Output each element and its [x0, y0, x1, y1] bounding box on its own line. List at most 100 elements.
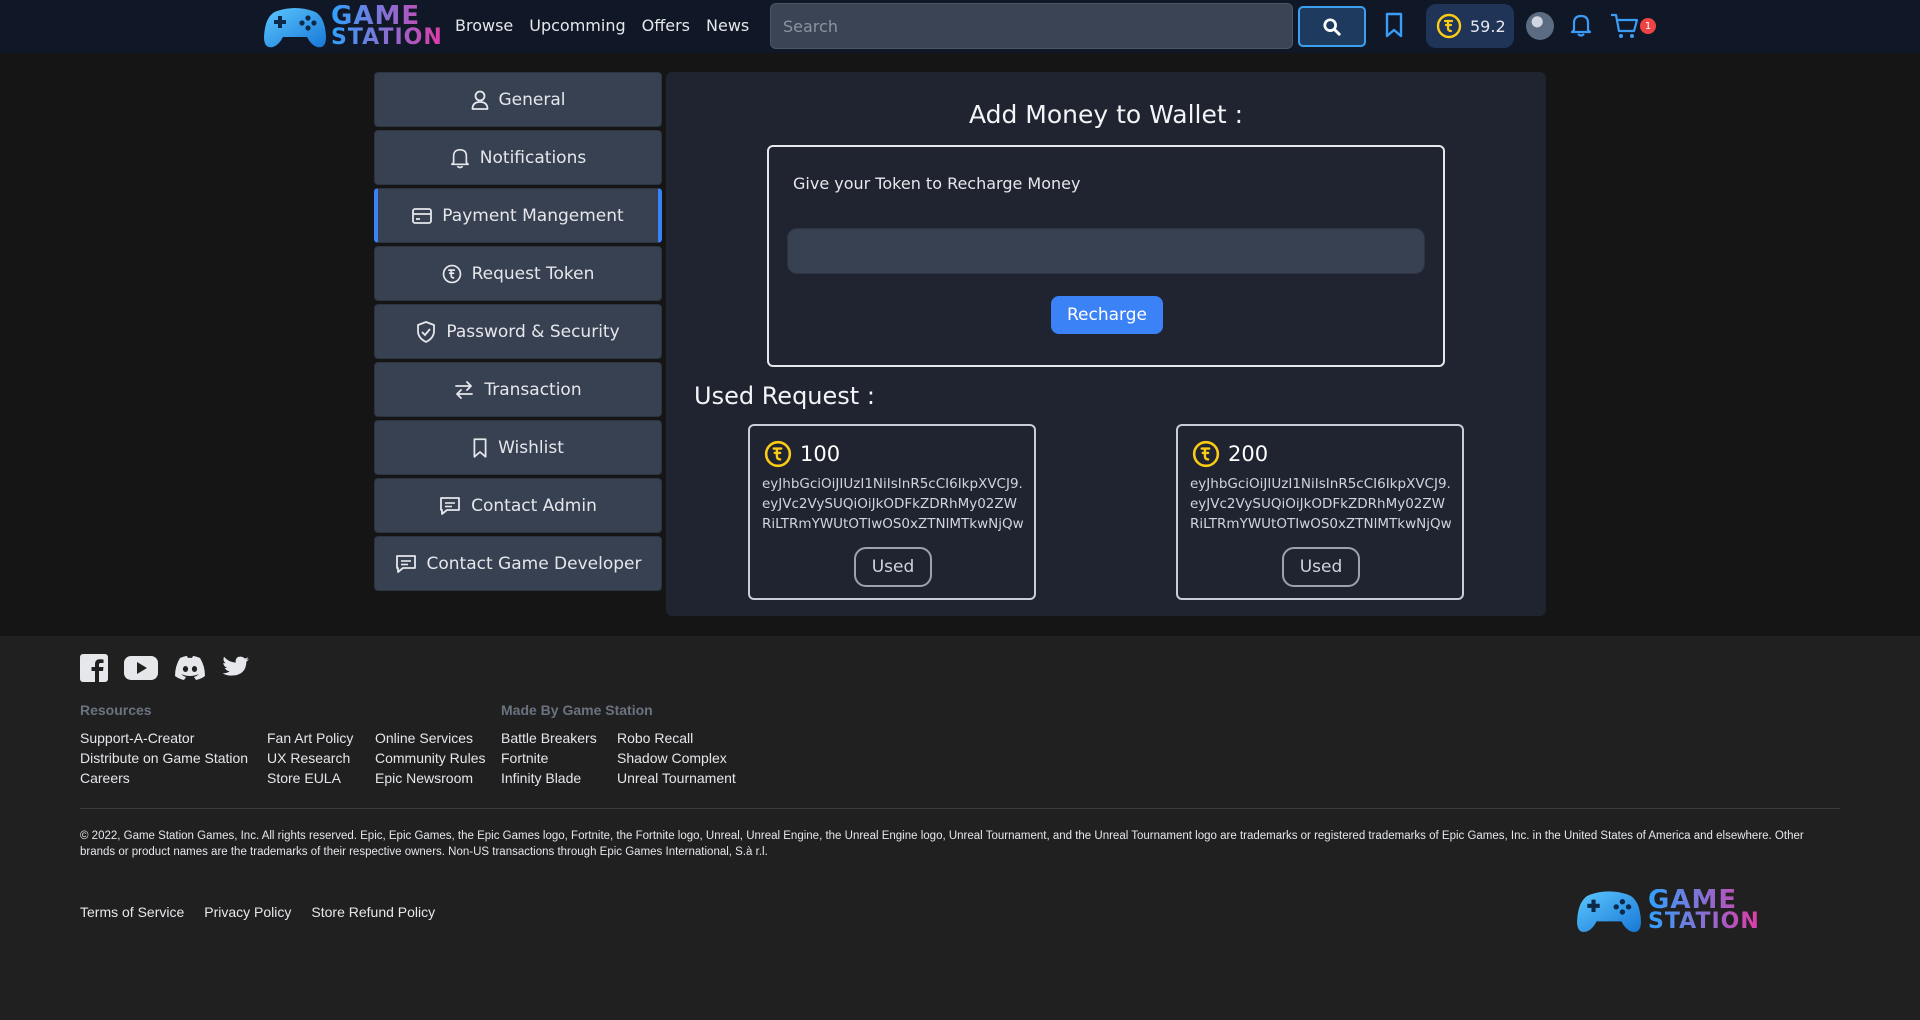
terms-of-service-link[interactable]: Terms of Service	[80, 904, 184, 920]
footer-link[interactable]: Fortnite	[501, 748, 597, 768]
footer-link[interactable]: Unreal Tournament	[617, 768, 736, 788]
footer-column-5: Robo Recall Shadow Complex Unreal Tourna…	[617, 728, 736, 788]
legal-links: Terms of Service Privacy Policy Store Re…	[80, 904, 435, 920]
footer-link[interactable]: Careers	[80, 768, 248, 788]
search-button[interactable]	[1298, 6, 1366, 47]
nav-upcomming[interactable]: Upcomming	[529, 16, 625, 35]
token-coin-icon	[1436, 13, 1462, 39]
gamepad-icon	[264, 8, 326, 48]
footer-link[interactable]: Robo Recall	[617, 728, 736, 748]
footer-link[interactable]: Battle Breakers	[501, 728, 597, 748]
bookmark-icon	[473, 437, 487, 458]
message-icon	[395, 554, 416, 573]
footer-link[interactable]: Online Services	[375, 728, 485, 748]
shield-check-icon	[417, 320, 436, 343]
social-links	[80, 654, 250, 682]
sidebar-item-password-security[interactable]: Password & Security	[374, 304, 662, 359]
store-refund-policy-link[interactable]: Store Refund Policy	[311, 904, 435, 920]
arrows-exchange-icon	[455, 380, 474, 399]
nav-offers[interactable]: Offers	[642, 16, 690, 35]
cart-icon	[1611, 13, 1639, 38]
token-input[interactable]	[787, 228, 1425, 274]
discord-icon[interactable]	[174, 655, 206, 681]
logo-text-game: GAME	[331, 3, 443, 29]
footer-link[interactable]: Distribute on Game Station	[80, 748, 248, 768]
cart-count-badge: 1	[1640, 18, 1656, 34]
sidebar-item-notifications[interactable]: Notifications	[374, 130, 662, 185]
nav-news[interactable]: News	[706, 16, 749, 35]
sidebar-item-label: General	[498, 89, 566, 110]
used-request-card: 200 eyJhbGciOiJIUzI1NiIsInR5cCI6IkpXVCJ9…	[1176, 424, 1464, 600]
payment-panel: Add Money to Wallet : Give your Token to…	[666, 72, 1546, 616]
sidebar-item-label: Password & Security	[446, 321, 620, 342]
nav-links: Browse Upcomming Offers News	[455, 16, 749, 35]
search-icon	[1323, 17, 1341, 36]
sidebar-item-request-token[interactable]: Request Token	[374, 246, 662, 301]
footer-link[interactable]: Fan Art Policy	[267, 728, 353, 748]
footer-link[interactable]: Infinity Blade	[501, 768, 597, 788]
footer-link[interactable]: Epic Newsroom	[375, 768, 485, 788]
privacy-policy-link[interactable]: Privacy Policy	[204, 904, 291, 920]
avatar[interactable]	[1526, 12, 1554, 40]
request-token-string: eyJhbGciOiJIUzI1NiIsInR5cCI6IkpXVCJ9.eyJ…	[762, 476, 1024, 538]
facebook-icon[interactable]	[80, 654, 108, 682]
request-token-string: eyJhbGciOiJIUzI1NiIsInR5cCI6IkpXVCJ9.eyJ…	[1190, 476, 1452, 538]
game-station-logo[interactable]: GAME STATION	[263, 3, 443, 50]
token-coin-icon	[1192, 440, 1220, 468]
search-input[interactable]	[770, 3, 1293, 49]
footer-divider	[80, 808, 1840, 809]
nav-browse[interactable]: Browse	[455, 16, 513, 35]
card-icon	[412, 207, 433, 224]
sidebar-item-label: Contact Admin	[471, 495, 597, 516]
youtube-icon[interactable]	[124, 655, 158, 681]
request-amount-row: 100	[764, 440, 840, 468]
sidebar-item-label: Payment Mangement	[442, 205, 624, 226]
wallet-balance-value: 59.2	[1470, 16, 1506, 36]
sidebar-item-label: Notifications	[479, 147, 587, 168]
sidebar-item-transaction[interactable]: Transaction	[374, 362, 662, 417]
request-amount-row: 200	[1192, 440, 1268, 468]
wallet-balance-pill[interactable]: 59.2	[1426, 4, 1514, 48]
bookmark-icon	[1385, 12, 1403, 38]
cart-button[interactable]	[1610, 12, 1640, 44]
sidebar-item-contact-game-developer[interactable]: Contact Game Developer	[374, 536, 662, 591]
logo-text-station: STATION	[1648, 909, 1760, 934]
recharge-button[interactable]: Recharge	[1051, 296, 1163, 334]
footer-link[interactable]: Store EULA	[267, 768, 353, 788]
logo-text-game: GAME	[1648, 887, 1760, 913]
footer: Resources Made By Game Station Support-A…	[0, 636, 1920, 1020]
footer-link[interactable]: UX Research	[267, 748, 353, 768]
footer-link[interactable]: Shadow Complex	[617, 748, 736, 768]
used-status-button[interactable]: Used	[1282, 547, 1360, 587]
used-status-button[interactable]: Used	[854, 547, 932, 587]
sidebar-item-label: Contact Game Developer	[426, 553, 642, 574]
sidebar-item-contact-admin[interactable]: Contact Admin	[374, 478, 662, 533]
wishlist-nav-button[interactable]	[1384, 12, 1404, 42]
bell-icon	[1570, 14, 1592, 37]
footer-link[interactable]: Support-A-Creator	[80, 728, 248, 748]
footer-link[interactable]: Community Rules	[375, 748, 485, 768]
recharge-form: Give your Token to Recharge Money Rechar…	[767, 145, 1445, 367]
page-title: Add Money to Wallet :	[968, 100, 1244, 129]
sidebar-item-label: Request Token	[471, 263, 595, 284]
sidebar-item-wishlist[interactable]: Wishlist	[374, 420, 662, 475]
twitter-icon[interactable]	[222, 656, 250, 680]
sidebar-item-general[interactable]: General	[374, 72, 662, 127]
used-requests-heading: Used Request :	[694, 382, 875, 410]
sidebar-item-payment-management[interactable]: Payment Mangement	[374, 188, 662, 243]
request-amount: 100	[800, 442, 841, 466]
token-coin-icon	[764, 440, 792, 468]
bell-icon	[450, 148, 469, 168]
notifications-nav-button[interactable]	[1570, 13, 1592, 41]
message-icon	[440, 496, 461, 515]
used-request-card: 100 eyJhbGciOiJIUzI1NiIsInR5cCI6IkpXVCJ9…	[748, 424, 1036, 600]
footer-column-4: Battle Breakers Fortnite Infinity Blade	[501, 728, 597, 788]
footer-column-1: Support-A-Creator Distribute on Game Sta…	[80, 728, 248, 788]
resources-heading: Resources	[80, 702, 152, 718]
sidebar-item-label: Transaction	[484, 379, 582, 400]
user-icon	[471, 90, 488, 110]
footer-logo[interactable]: GAME STATION	[1576, 887, 1760, 934]
request-amount: 200	[1228, 442, 1269, 466]
token-icon	[442, 264, 461, 283]
copyright-text: © 2022, Game Station Games, Inc. All rig…	[80, 830, 1804, 858]
